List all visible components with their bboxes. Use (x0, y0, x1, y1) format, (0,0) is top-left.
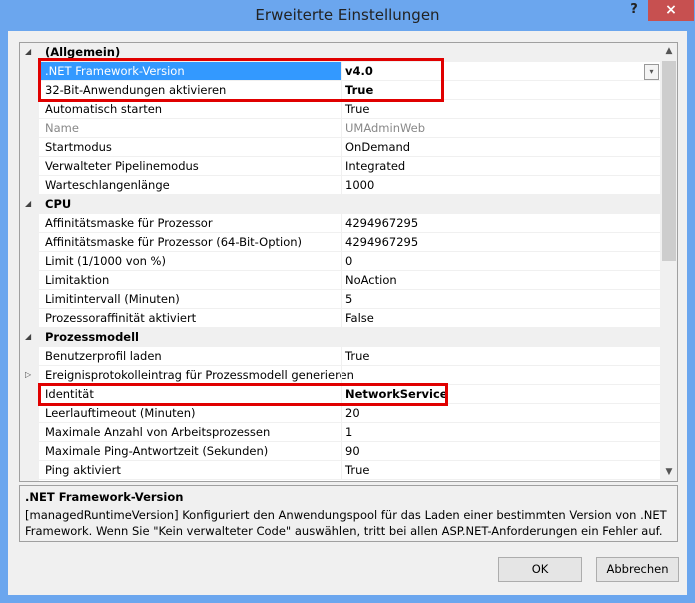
property-grid[interactable]: ◢ (Allgemein) .NET Framework-Version v4.0 32… (19, 42, 678, 482)
property-name: Verwalteter Pipelinemodus (39, 157, 341, 176)
help-button[interactable]: ? (622, 0, 646, 22)
property-value[interactable]: 1000 (341, 176, 660, 195)
property-row[interactable]: Startmodus OnDemand (20, 138, 660, 157)
property-name: Limitaktion (39, 271, 341, 290)
property-row[interactable]: Affinitätsmaske für Prozessor 4294967295 (20, 214, 660, 233)
expander-icon[interactable]: ▷ (25, 366, 37, 384)
expander-icon[interactable]: ◢ (25, 328, 37, 346)
close-button[interactable]: × (648, 0, 694, 21)
property-row[interactable]: Affinitätsmaske für Prozessor (64-Bit-Op… (20, 233, 660, 252)
property-name: Automatisch starten (39, 100, 341, 119)
property-value[interactable]: OnDemand (341, 138, 660, 157)
property-row[interactable]: Maximale Anzahl von Arbeitsprozessen 1 (20, 423, 660, 442)
property-name: Warteschlangenlänge (39, 176, 341, 195)
property-row[interactable]: Verwalteter Pipelinemodus Integrated (20, 157, 660, 176)
property-value[interactable]: 0 (341, 252, 660, 271)
property-value[interactable]: UMAdminWeb (341, 119, 660, 138)
property-value[interactable]: 20 (341, 404, 660, 423)
scroll-thumb[interactable] (662, 61, 676, 261)
property-name: Benutzerprofil laden (39, 347, 341, 366)
description-title: .NET Framework-Version (25, 490, 184, 504)
property-value[interactable]: 4294967295 (341, 233, 660, 252)
property-value[interactable]: 90 (341, 442, 660, 461)
description-panel: .NET Framework-Version [managedRuntimeVe… (19, 485, 678, 542)
property-name: Maximale Anzahl von Arbeitsprozessen (39, 423, 341, 442)
property-value[interactable]: NoAction (341, 271, 660, 290)
property-row[interactable]: Automatisch starten True (20, 100, 660, 119)
ok-button[interactable]: OK (498, 557, 582, 582)
property-name: Affinitätsmaske für Prozessor (39, 214, 341, 233)
chevron-down-icon[interactable]: ▾ (644, 64, 659, 80)
scrollbar[interactable]: ▲ ▼ (660, 43, 677, 481)
property-row[interactable]: Limit (1/1000 von %) 0 (20, 252, 660, 271)
property-value[interactable]: False (341, 309, 660, 328)
property-value[interactable]: 5 (341, 290, 660, 309)
property-value[interactable]: Integrated (341, 157, 660, 176)
property-row[interactable]: Leerlauftimeout (Minuten) 20 (20, 404, 660, 423)
property-name: Limit (1/1000 von %) (39, 252, 341, 271)
property-row[interactable]: Limitaktion NoAction (20, 271, 660, 290)
property-row[interactable]: Prozessoraffinität aktiviert False (20, 309, 660, 328)
expander-icon[interactable]: ◢ (25, 195, 37, 213)
property-value[interactable]: True (341, 100, 660, 119)
property-name: Affinitätsmaske für Prozessor (64-Bit-Op… (39, 233, 341, 252)
property-value[interactable]: True (341, 347, 660, 366)
property-name: Limitintervall (Minuten) (39, 290, 341, 309)
property-value[interactable]: 1 (341, 423, 660, 442)
highlight-box (38, 58, 444, 102)
description-text: [managedRuntimeVersion] Konfiguriert den… (25, 508, 667, 538)
property-name: Ping aktiviert (39, 461, 341, 480)
scroll-down-icon[interactable]: ▼ (660, 464, 677, 481)
property-row[interactable]: Ping aktiviert True (20, 461, 660, 480)
category-row[interactable]: ◢ CPU (20, 195, 660, 214)
cancel-button[interactable]: Abbrechen (596, 557, 679, 582)
expander-icon[interactable]: ◢ (25, 43, 37, 61)
category-row[interactable]: ◢ Prozessmodell (20, 328, 660, 347)
property-name: Maximale Ping-Antwortzeit (Sekunden) (39, 442, 341, 461)
property-row[interactable]: Benutzerprofil laden True (20, 347, 660, 366)
property-row[interactable]: Name UMAdminWeb (20, 119, 660, 138)
highlight-box (38, 383, 448, 406)
property-row[interactable]: Warteschlangenlänge 1000 (20, 176, 660, 195)
property-value[interactable]: True (341, 461, 660, 480)
property-row[interactable]: Maximale Ping-Antwortzeit (Sekunden) 90 (20, 442, 660, 461)
property-value[interactable]: 4294967295 (341, 214, 660, 233)
property-name: Leerlauftimeout (Minuten) (39, 404, 341, 423)
property-name: Startmodus (39, 138, 341, 157)
property-name: Prozessmodell (39, 328, 660, 347)
property-row[interactable]: Limitintervall (Minuten) 5 (20, 290, 660, 309)
property-name: Name (39, 119, 341, 138)
scroll-up-icon[interactable]: ▲ (660, 43, 677, 60)
property-name: Prozessoraffinität aktiviert (39, 309, 341, 328)
property-name: CPU (39, 195, 660, 214)
window-title: Erweiterte Einstellungen (255, 6, 440, 24)
